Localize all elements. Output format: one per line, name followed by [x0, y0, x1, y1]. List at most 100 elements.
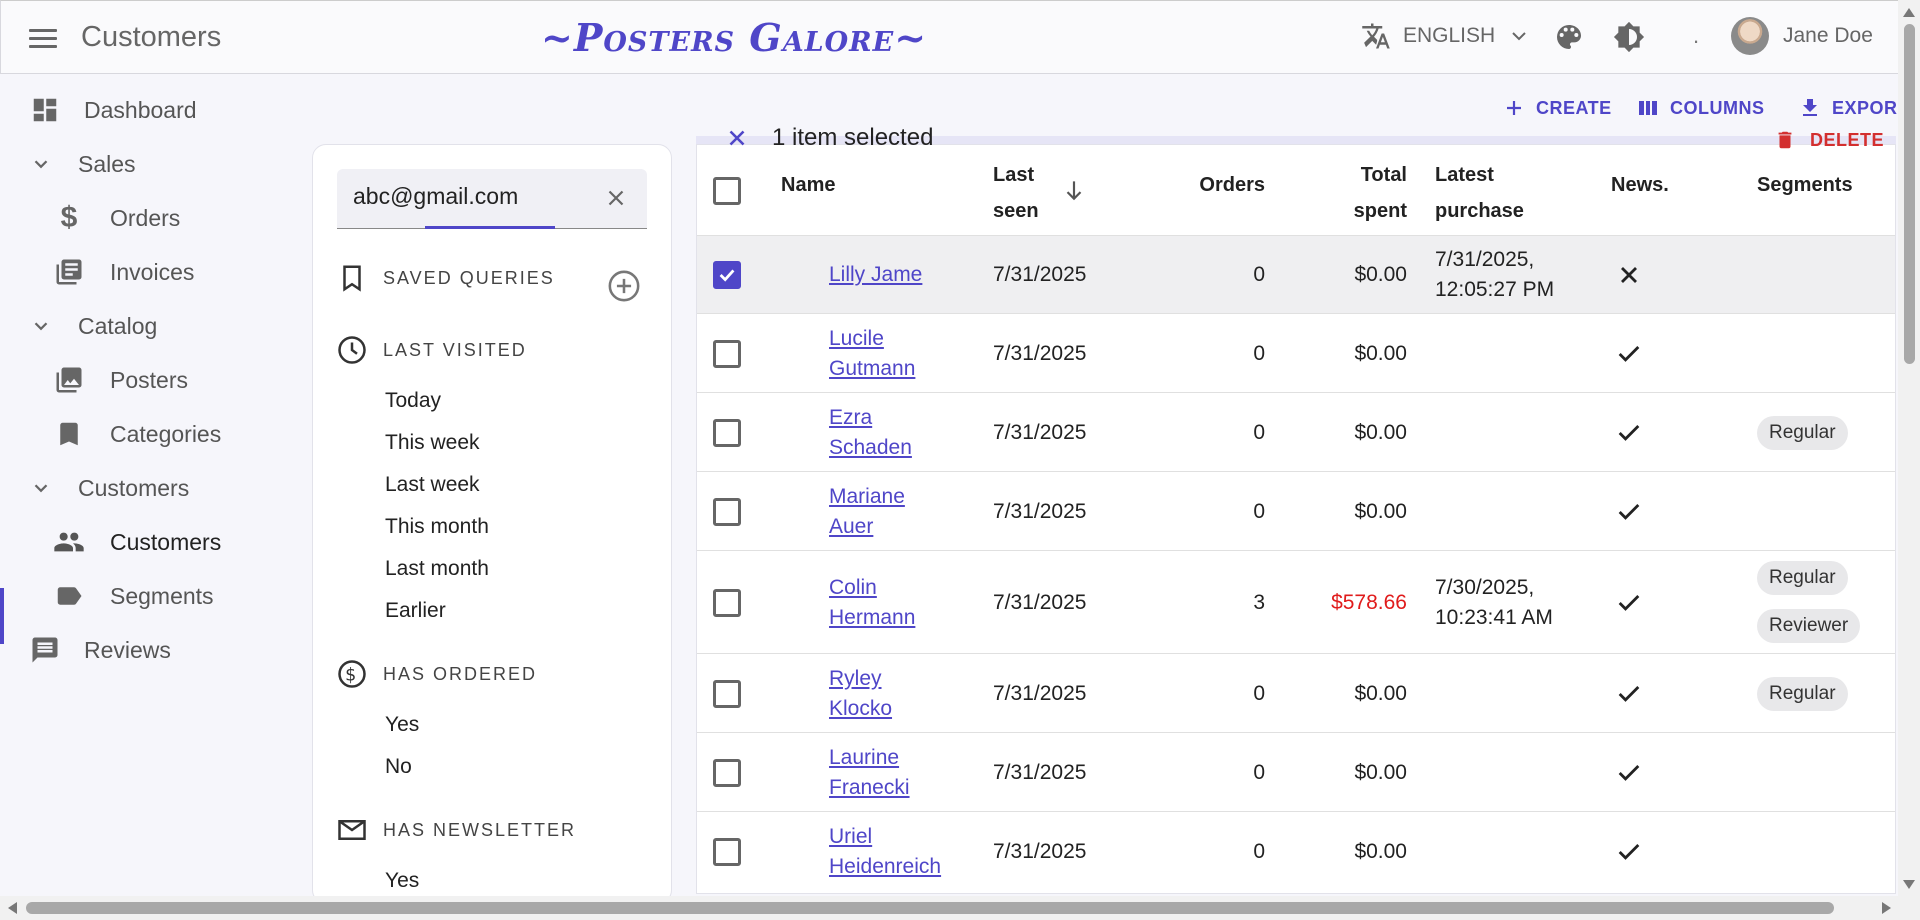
scroll-up-icon[interactable]: [1903, 8, 1915, 17]
filter-option-newsletter-yes[interactable]: Yes: [385, 869, 419, 893]
customer-name-link[interactable]: Uriel Heidenreich: [829, 822, 941, 882]
segment-chip[interactable]: Regular: [1757, 560, 1848, 595]
menu-icon[interactable]: [29, 23, 59, 53]
customer-name-link[interactable]: Lilly Jame: [829, 260, 922, 290]
horizontal-scroll-thumb[interactable]: [26, 902, 1834, 914]
dollar-icon: $: [60, 201, 78, 234]
customer-name-link[interactable]: Ryley Klocko: [829, 664, 892, 724]
customer-name-link[interactable]: Laurine Franecki: [829, 743, 910, 803]
sort-arrow-down-icon[interactable]: [1061, 177, 1087, 203]
column-header-total-spent[interactable]: Total spent: [1297, 157, 1407, 229]
sidebar: Dashboard Sales $ Orders Invoices Catalo…: [0, 74, 310, 894]
column-header-orders[interactable]: Orders: [1181, 167, 1265, 203]
row-checkbox[interactable]: [713, 418, 741, 447]
sidebar-item-label: Categories: [110, 420, 222, 447]
columns-button[interactable]: COLUMNS: [1636, 96, 1765, 120]
row-checkbox[interactable]: [713, 837, 741, 866]
clock-icon: [338, 336, 366, 364]
filter-option-earlier[interactable]: Earlier: [385, 599, 446, 623]
last-seen-cell: 7/31/2025: [993, 499, 1087, 523]
create-button[interactable]: CREATE: [1502, 96, 1612, 120]
column-header-label: Last: [993, 164, 1035, 186]
language-selector[interactable]: ENGLISH: [1361, 21, 1531, 51]
sidebar-group-sales[interactable]: Sales: [28, 142, 136, 186]
row-checkbox[interactable]: [713, 588, 741, 617]
table-row[interactable]: Uriel Heidenreich 7/31/2025 0 $0.00: [697, 811, 1895, 890]
filter-option-last-week[interactable]: Last week: [385, 473, 480, 497]
segment-chip[interactable]: Reviewer: [1757, 608, 1861, 643]
column-header-label: seen: [993, 200, 1039, 222]
filter-option-this-month[interactable]: This month: [385, 515, 489, 539]
customer-name-link[interactable]: Lucile Gutmann: [829, 324, 915, 384]
vertical-scrollbar[interactable]: [1898, 0, 1920, 920]
scroll-right-icon[interactable]: [1882, 902, 1891, 914]
last-seen-cell: 7/31/2025: [993, 263, 1087, 286]
filter-panel: SAVED QUERIES LAST VISITED Today This we…: [312, 144, 672, 904]
horizontal-scrollbar[interactable]: [0, 896, 1898, 920]
has-ordered-label: HAS ORDERED: [383, 663, 538, 684]
filter-option-last-month[interactable]: Last month: [385, 557, 489, 581]
sidebar-item-label: Posters: [110, 366, 188, 393]
language-label: ENGLISH: [1403, 24, 1496, 47]
orders-cell: 0: [1253, 341, 1265, 365]
filter-option-today[interactable]: Today: [385, 389, 441, 413]
user-menu[interactable]: Jane Doe: [1731, 17, 1873, 55]
row-checkbox[interactable]: [713, 339, 741, 368]
delete-label: DELETE: [1810, 129, 1885, 150]
table-row[interactable]: Colin Hermann 7/31/2025 3 $578.66 7/30/2025, 1…: [697, 550, 1895, 653]
close-icon[interactable]: [603, 185, 629, 211]
close-icon[interactable]: [724, 125, 750, 151]
vertical-scroll-thumb[interactable]: [1904, 24, 1915, 364]
table-row[interactable]: Mariane Auer 7/31/2025 0 $0.00: [697, 471, 1895, 550]
row-checkbox[interactable]: [713, 261, 741, 289]
sidebar-item-invoices[interactable]: Invoices: [52, 250, 194, 294]
search-field[interactable]: [337, 169, 647, 229]
trash-icon: [1778, 131, 1792, 149]
segment-chip[interactable]: Regular: [1757, 415, 1848, 450]
customer-name-line: Uriel: [829, 824, 873, 848]
column-header-segments[interactable]: Segments: [1757, 167, 1853, 203]
column-header-name[interactable]: Name: [781, 167, 835, 203]
last-seen-cell: 7/31/2025: [993, 839, 1087, 863]
table-row[interactable]: Laurine Franecki 7/31/2025 0 $0.00: [697, 732, 1895, 811]
scroll-left-icon[interactable]: [8, 902, 17, 914]
filter-option-this-week[interactable]: This week: [385, 431, 480, 455]
sidebar-item-reviews[interactable]: Reviews: [28, 628, 171, 672]
column-header-last-seen[interactable]: Last seen: [993, 157, 1039, 229]
sidebar-item-dashboard[interactable]: Dashboard: [28, 88, 197, 132]
sidebar-item-segments[interactable]: Segments: [52, 574, 214, 618]
download-icon: [1803, 99, 1817, 116]
customer-name-link[interactable]: Mariane Auer: [829, 482, 905, 542]
filter-option-ordered-no[interactable]: No: [385, 755, 412, 779]
row-checkbox[interactable]: [713, 758, 741, 787]
filter-option-ordered-yes[interactable]: Yes: [385, 713, 419, 737]
select-all-checkbox[interactable]: [713, 177, 741, 205]
table-row[interactable]: Ryley Klocko 7/31/2025 0 $0.00 Regular: [697, 653, 1895, 732]
search-input[interactable]: [353, 183, 593, 210]
brightness-icon[interactable]: [1613, 21, 1645, 53]
table-row[interactable]: Lucile Gutmann 7/31/2025 0 $0.00: [697, 313, 1895, 392]
sidebar-group-customers[interactable]: Customers: [28, 466, 189, 510]
row-checkbox[interactable]: [713, 497, 741, 526]
table-row[interactable]: Lilly Jame 7/31/2025 0 $0.00 7/31/2025, 12:05…: [697, 235, 1895, 313]
column-header-latest-purchase[interactable]: Latest purchase: [1435, 157, 1524, 229]
row-checkbox[interactable]: [713, 679, 741, 708]
sidebar-item-categories[interactable]: Categories: [52, 412, 221, 456]
table-row[interactable]: Ezra Schaden 7/31/2025 0 $0.00 Regular: [697, 392, 1895, 471]
customer-name-link[interactable]: Colin Hermann: [829, 573, 915, 633]
add-circle-icon[interactable]: [607, 269, 641, 303]
sidebar-group-catalog[interactable]: Catalog: [28, 304, 157, 348]
sidebar-item-orders[interactable]: $ Orders: [52, 196, 181, 240]
scroll-down-icon[interactable]: [1903, 880, 1915, 889]
column-header-newsletter[interactable]: News.: [1611, 167, 1669, 203]
sidebar-item-customers[interactable]: Customers: [52, 520, 221, 564]
palette-icon[interactable]: [1553, 21, 1585, 53]
orders-cell: 0: [1253, 760, 1265, 784]
comment-icon: [28, 633, 62, 667]
export-button[interactable]: EXPOR: [1798, 96, 1898, 120]
customer-name-link[interactable]: Ezra Schaden: [829, 403, 912, 463]
bookmark-icon: [52, 417, 86, 451]
sidebar-item-posters[interactable]: Posters: [52, 358, 188, 402]
segment-chip[interactable]: Regular: [1757, 676, 1848, 711]
delete-button[interactable]: DELETE: [1774, 128, 1884, 152]
